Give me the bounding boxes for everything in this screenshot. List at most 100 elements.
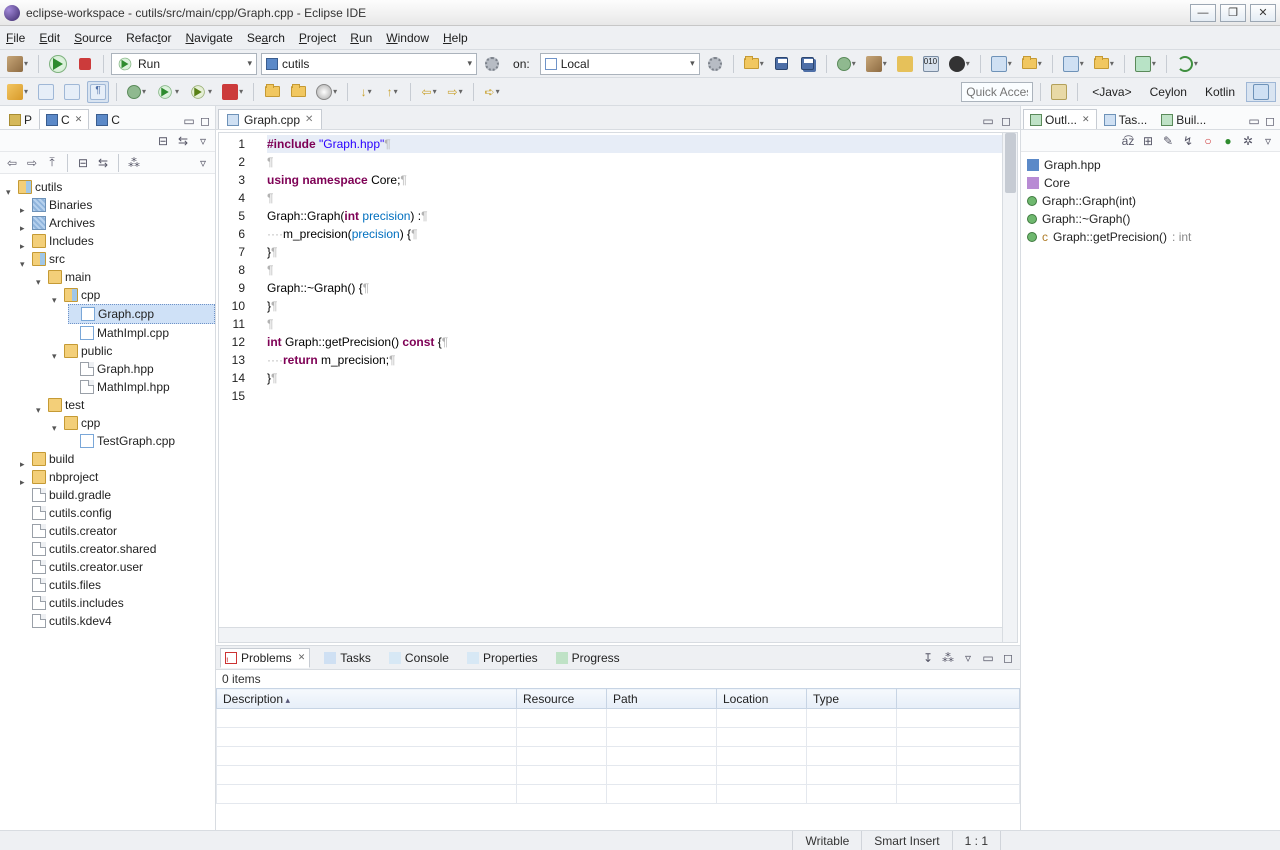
link-editor-icon[interactable]: ⇆ bbox=[175, 133, 191, 149]
tree-item[interactable]: ▸build bbox=[20, 450, 215, 468]
tab-c-projects-active[interactable]: C✕ bbox=[39, 109, 89, 129]
tree-item[interactable]: ▾src bbox=[20, 250, 215, 268]
editor-min-icon[interactable]: ▭ bbox=[980, 113, 996, 129]
tb2-debug[interactable] bbox=[124, 81, 149, 103]
target-config-button[interactable] bbox=[704, 53, 726, 75]
build-button[interactable] bbox=[4, 53, 31, 75]
tb-refresh[interactable] bbox=[1174, 53, 1201, 75]
quick-access-input[interactable] bbox=[961, 82, 1033, 102]
nav-up-icon[interactable]: ⤒ bbox=[44, 155, 60, 171]
tree-item[interactable]: cutils.kdev4 bbox=[20, 612, 215, 630]
tree-item[interactable]: ▸Includes bbox=[20, 232, 215, 250]
tb-fldr2[interactable] bbox=[1091, 53, 1117, 75]
menu-search[interactable]: Search bbox=[247, 31, 285, 45]
editor-content[interactable]: #include "Graph.hpp"¶¶using namespace Co… bbox=[263, 133, 1017, 642]
project-config-button[interactable] bbox=[481, 53, 503, 75]
open-perspective-button[interactable] bbox=[1048, 81, 1070, 103]
tab-problems[interactable]: !Problems✕ bbox=[220, 648, 310, 668]
menu-refactor[interactable]: Refactor bbox=[126, 31, 171, 45]
editor-tab-graph-cpp[interactable]: Graph.cpp ✕ bbox=[218, 109, 322, 129]
maximize-button[interactable]: ❐ bbox=[1220, 4, 1246, 22]
problems-col[interactable]: Type bbox=[807, 689, 897, 709]
menu-run[interactable]: Run bbox=[350, 31, 372, 45]
problems-col[interactable]: Location bbox=[717, 689, 807, 709]
view-menu-icon[interactable]: ▿ bbox=[195, 133, 211, 149]
tab-tasklist[interactable]: Tas... bbox=[1097, 109, 1155, 129]
perspective-kotlin[interactable]: Kotlin bbox=[1198, 82, 1242, 102]
nav-filter-icon[interactable]: ⁂ bbox=[126, 155, 142, 171]
problems-col[interactable]: Resource bbox=[517, 689, 607, 709]
editor-max-icon[interactable]: ◻ bbox=[998, 113, 1014, 129]
tb-folder[interactable] bbox=[1019, 53, 1045, 75]
tree-item[interactable]: TestGraph.cpp bbox=[68, 432, 215, 450]
stop-button[interactable] bbox=[74, 53, 96, 75]
tree-item[interactable]: Graph.cpp bbox=[68, 304, 215, 324]
nav-link-icon[interactable]: ⇆ bbox=[95, 155, 111, 171]
tree-item[interactable]: ▾cpp bbox=[52, 286, 215, 304]
tb2-block[interactable] bbox=[61, 81, 83, 103]
outline-list[interactable]: Graph.hppCoreGraph::Graph(int)Graph::~Gr… bbox=[1021, 152, 1280, 830]
tree-item[interactable]: cutils.files bbox=[20, 576, 215, 594]
tb2-ext[interactable] bbox=[219, 81, 246, 103]
editor-vscrollbar[interactable] bbox=[1002, 133, 1017, 642]
perspective-java[interactable]: <Java> bbox=[1085, 82, 1138, 102]
toggle-button[interactable] bbox=[894, 53, 916, 75]
tb2-run[interactable] bbox=[153, 81, 182, 103]
tab-build[interactable]: Buil... bbox=[1154, 109, 1213, 129]
problems-table[interactable]: DescriptionResourcePathLocationType bbox=[216, 688, 1020, 830]
outline-item[interactable]: Graph.hpp bbox=[1027, 156, 1274, 174]
ol-h5-icon[interactable]: ● bbox=[1220, 133, 1236, 149]
tree-item[interactable]: cutils.creator.shared bbox=[20, 540, 215, 558]
editor-hscrollbar[interactable] bbox=[219, 627, 1002, 642]
ol-menu-icon[interactable]: ▿ bbox=[1260, 133, 1276, 149]
ol-h6-icon[interactable]: ✲ bbox=[1240, 133, 1256, 149]
tab-console[interactable]: Console bbox=[385, 649, 453, 667]
ol-sort-icon[interactable]: a͡z bbox=[1120, 133, 1136, 149]
tb-010[interactable]: 010 bbox=[920, 53, 942, 75]
perspective-cpp[interactable] bbox=[1246, 82, 1276, 102]
project-combo[interactable]: cutils ▾ bbox=[261, 53, 477, 75]
tb-cls2[interactable] bbox=[1060, 53, 1087, 75]
code-editor[interactable]: 123456789101112131415 #include "Graph.hp… bbox=[218, 132, 1018, 643]
menu-edit[interactable]: Edit bbox=[39, 31, 60, 45]
tb2-edit[interactable] bbox=[4, 81, 31, 103]
tb-cls3[interactable] bbox=[1132, 53, 1159, 75]
problems-viewmenu-icon[interactable]: ▿ bbox=[960, 650, 976, 666]
tree-item[interactable]: cutils.creator bbox=[20, 522, 215, 540]
ol-h1-icon[interactable]: ⊞ bbox=[1140, 133, 1156, 149]
outline-item[interactable]: cGraph::getPrecision() : int bbox=[1027, 228, 1274, 246]
problems-max-icon[interactable]: ◻ bbox=[1000, 650, 1016, 666]
tb2-search[interactable] bbox=[313, 81, 340, 103]
nav-fwd-icon[interactable]: ⇨ bbox=[24, 155, 40, 171]
build-config-button[interactable] bbox=[863, 53, 890, 75]
ol-h3-icon[interactable]: ↯ bbox=[1180, 133, 1196, 149]
problems-menu-icon[interactable]: ⁂ bbox=[940, 650, 956, 666]
tree-item[interactable]: MathImpl.hpp bbox=[68, 378, 215, 396]
tb2-prev[interactable]: ↑ bbox=[381, 81, 403, 103]
save-button[interactable] bbox=[771, 53, 793, 75]
ol-h2-icon[interactable]: ✎ bbox=[1160, 133, 1176, 149]
quick-access[interactable] bbox=[961, 82, 1033, 102]
problems-min-icon[interactable]: ▭ bbox=[980, 650, 996, 666]
nav-menu-icon[interactable]: ▿ bbox=[195, 155, 211, 171]
tb2-goto[interactable]: ➪ bbox=[481, 81, 503, 103]
tb2-open1[interactable] bbox=[261, 81, 283, 103]
tree-item[interactable]: ▸nbproject bbox=[20, 468, 215, 486]
outline-item[interactable]: Graph::Graph(int) bbox=[1027, 192, 1274, 210]
perspective-ceylon[interactable]: Ceylon bbox=[1143, 82, 1194, 102]
tree-item[interactable]: Graph.hpp bbox=[68, 360, 215, 378]
minimize-button[interactable]: — bbox=[1190, 4, 1216, 22]
problems-filter-icon[interactable]: ↧ bbox=[920, 650, 936, 666]
menu-window[interactable]: Window bbox=[386, 31, 429, 45]
menu-source[interactable]: Source bbox=[74, 31, 112, 45]
tree-item[interactable]: ▾main bbox=[36, 268, 215, 286]
right-max-icon[interactable]: ◻ bbox=[1262, 113, 1278, 129]
tree-item[interactable]: ▸Binaries bbox=[20, 196, 215, 214]
tab-properties[interactable]: Properties bbox=[463, 649, 542, 667]
tree-item[interactable]: cutils.includes bbox=[20, 594, 215, 612]
tb2-cov[interactable] bbox=[186, 81, 215, 103]
tb2-open2[interactable] bbox=[287, 81, 309, 103]
tree-item[interactable]: ▸Archives bbox=[20, 214, 215, 232]
tb-user[interactable] bbox=[946, 53, 973, 75]
tb2-fwd[interactable]: ⇨ bbox=[444, 81, 466, 103]
